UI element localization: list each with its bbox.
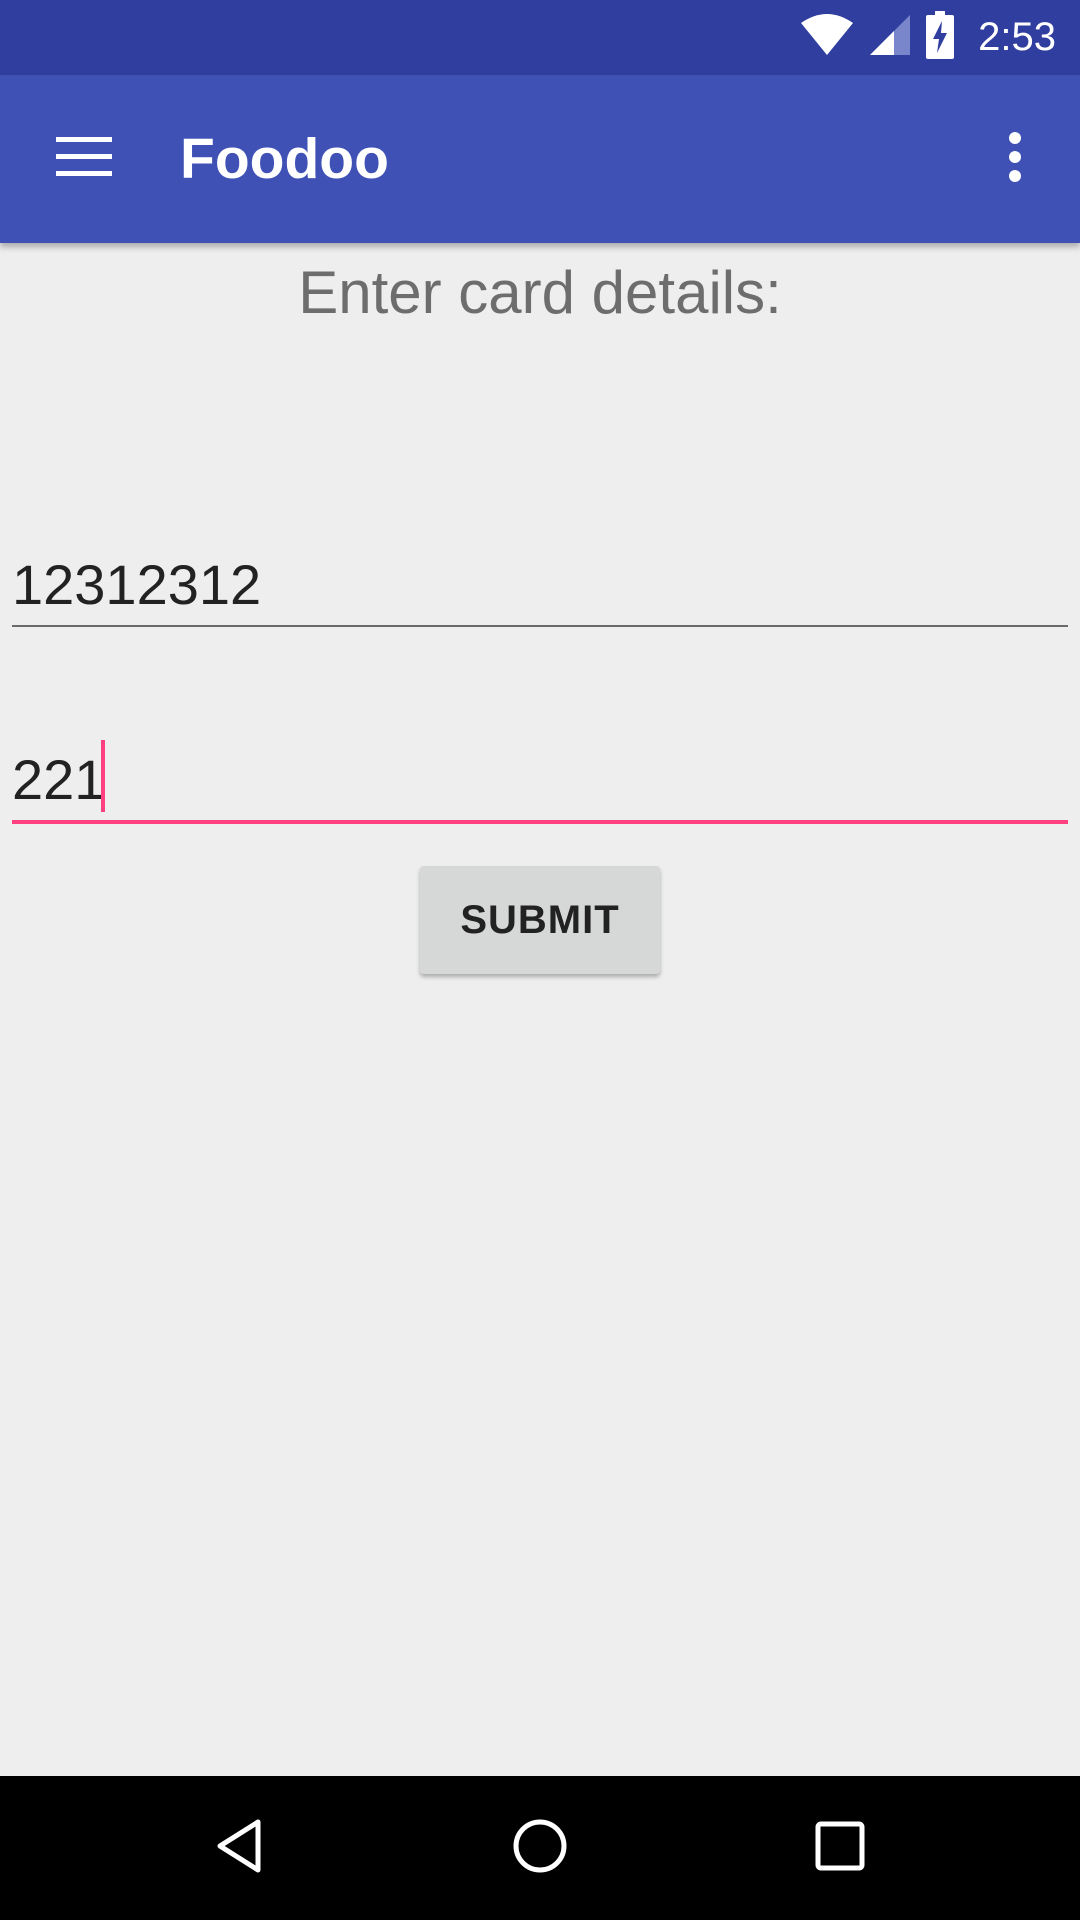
battery-charging-icon [926,11,955,64]
wifi-icon [800,13,854,62]
submit-button[interactable]: SUBMIT [420,866,660,974]
app-bar: Foodoo [0,75,1080,243]
overflow-menu-button[interactable] [980,119,1050,199]
card-number-underline [12,625,1068,627]
status-bar: 2:53 [0,0,1080,75]
text-cursor [101,740,105,812]
back-button[interactable] [190,1798,290,1898]
card-number-input[interactable] [12,545,1068,625]
cvv-underline [12,820,1068,824]
screen: 2:53 Foodoo Enter card details: 12312312… [0,0,1080,1920]
home-icon [510,1816,570,1881]
status-time: 2:53 [978,15,1056,59]
more-vertical-icon [1007,131,1023,188]
card-details-prompt: Enter card details: [298,259,782,326]
app-title: Foodoo [180,127,389,191]
back-icon [210,1816,270,1881]
recents-button[interactable] [790,1798,890,1898]
cvv-input[interactable] [12,740,1068,820]
status-icons: 2:53 [800,0,1056,75]
recents-icon [810,1816,870,1881]
home-button[interactable] [490,1798,590,1898]
navigation-bar [0,1776,1080,1920]
card-number-field [12,545,1068,627]
signal-icon [868,13,912,62]
hamburger-menu-icon [56,136,112,182]
cvv-field [12,740,1068,824]
menu-button[interactable] [40,119,128,199]
